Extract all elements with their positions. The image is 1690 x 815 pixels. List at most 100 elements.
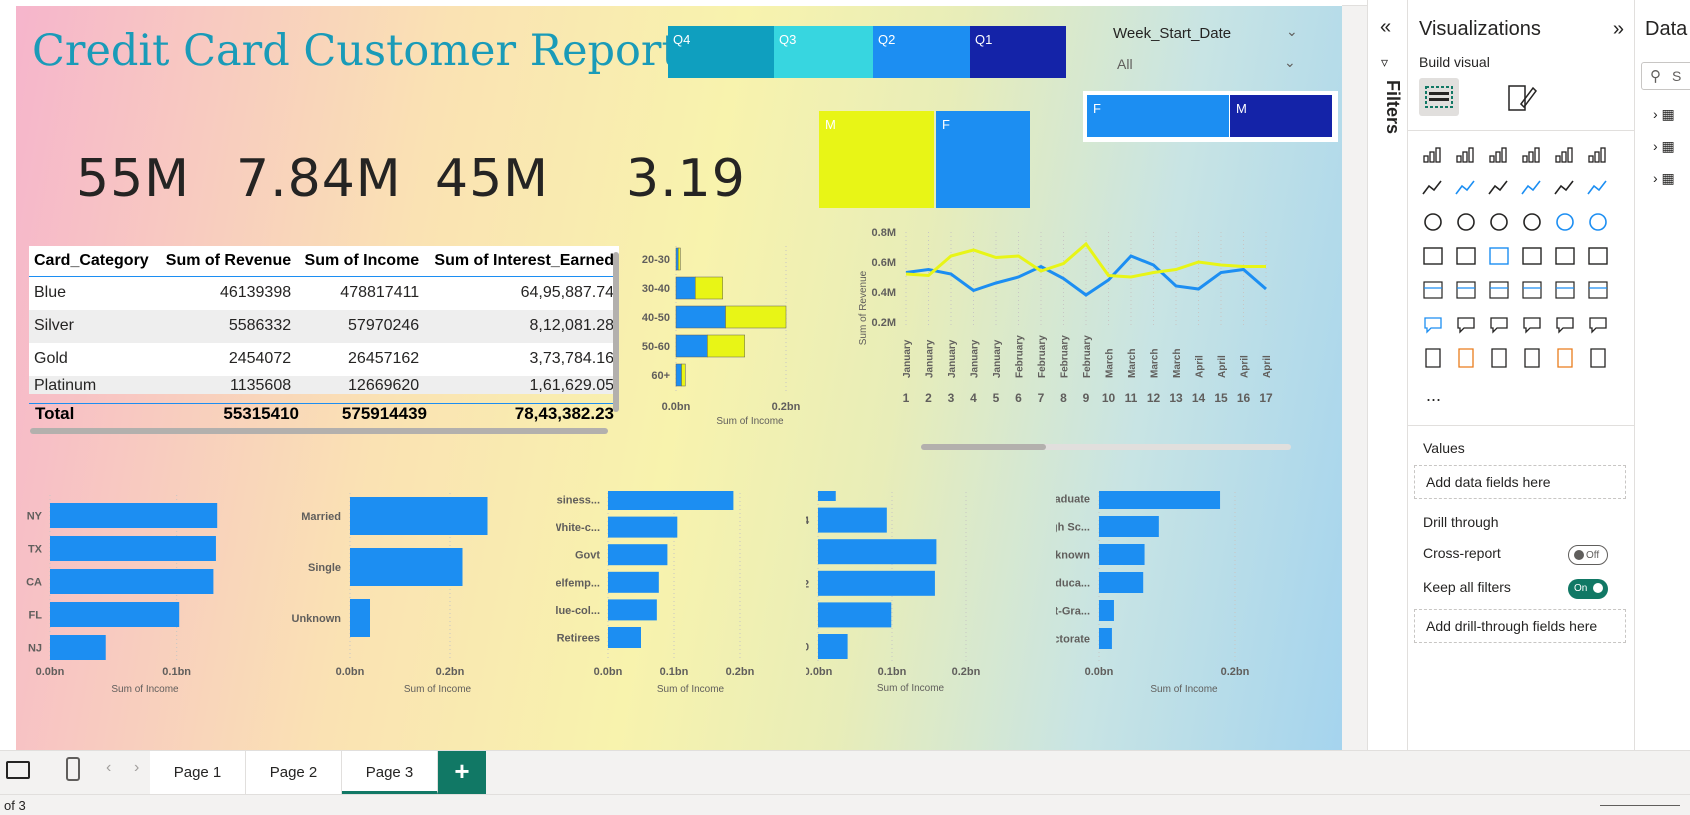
bar [818,491,836,501]
table-row[interactable]: Platinum 1135608 12669620 1,61,629.05 [29,375,619,394]
line-scrollbar-thumb[interactable] [921,444,1046,450]
visual-type-icon[interactable] [1551,208,1579,236]
visual-type-icon[interactable] [1485,310,1513,338]
col-header-income[interactable]: Sum of Income [296,246,425,277]
page-tab-3[interactable]: Page 3 [342,751,438,794]
col-header-card-category[interactable]: Card_Category [29,246,158,277]
table-cell: 1,61,629.05 [424,375,619,394]
table-row[interactable]: Gold 2454072 26457162 3,73,784.16 [29,342,619,376]
visual-type-icon[interactable] [1485,140,1513,168]
visual-type-icon[interactable] [1551,276,1579,304]
visual-type-icon[interactable] [1452,310,1480,338]
visual-type-icon[interactable] [1452,140,1480,168]
col-header-interest[interactable]: Sum of Interest_Earned [424,246,619,277]
visual-type-icon[interactable] [1584,276,1612,304]
visual-type-glyph [1491,348,1507,368]
visual-type-icon[interactable] [1584,242,1612,270]
slicer-q4[interactable]: Q4 [668,26,774,78]
table-cell: Platinum [29,375,158,394]
week-start-date-value[interactable]: All [1117,56,1133,72]
table-horizontal-scrollbar[interactable] [30,428,608,434]
visual-type-icon[interactable] [1419,344,1447,372]
category-label: 60+ [651,370,670,382]
values-drop-zone[interactable]: Add data fields here [1414,465,1626,499]
table-expand-item[interactable]: › ▦ [1653,170,1675,187]
next-page-icon[interactable]: › [134,759,139,777]
visual-type-icon[interactable] [1419,242,1447,270]
keep-all-filters-toggle[interactable]: On [1568,579,1608,599]
visual-type-icon[interactable] [1452,208,1480,236]
filters-label[interactable]: Filters [1382,80,1403,134]
icon-bar [1555,155,1561,163]
visual-type-icon[interactable] [1419,208,1447,236]
visual-type-icon[interactable] [1485,242,1513,270]
visual-type-icon[interactable] [1452,174,1480,202]
prev-page-icon[interactable]: ‹ [106,759,111,777]
expand-filters-icon[interactable]: « [1380,16,1391,39]
table-row[interactable]: Silver 5586332 57970246 8,12,081.28 [29,309,619,343]
visual-type-icon[interactable] [1419,140,1447,168]
visual-type-icon[interactable] [1551,242,1579,270]
filters-pane[interactable]: « ▿ Filters [1367,0,1407,750]
visual-type-icon[interactable] [1518,242,1546,270]
desktop-view-icon[interactable] [6,761,30,779]
visual-type-icon[interactable] [1551,140,1579,168]
visual-type-icon[interactable] [1584,208,1612,236]
collapse-pane-icon[interactable]: » [1613,18,1624,41]
x-tick-label: 0.2bn [726,666,755,678]
gender-treemap-f[interactable]: F [936,111,1030,208]
page-tab-1[interactable]: Page 1 [150,751,246,794]
visual-type-icon[interactable] [1518,140,1546,168]
slicer-q1[interactable]: Q1 [970,26,1066,78]
visual-type-icon[interactable] [1518,208,1546,236]
format-visual-tab[interactable] [1501,78,1541,116]
table-expand-item[interactable]: › ▦ [1653,138,1675,155]
visual-type-icon[interactable] [1485,276,1513,304]
mobile-view-icon[interactable] [66,757,80,781]
x-month-label: February [1060,335,1071,378]
visual-type-icon[interactable] [1485,208,1513,236]
more-visuals-icon[interactable]: ... [1426,385,1441,406]
x-week-label: 2 [925,391,932,405]
visual-type-icon[interactable] [1452,344,1480,372]
add-page-button[interactable]: + [438,751,486,794]
gender-slicer-m[interactable]: M [1230,95,1332,137]
visual-type-icon[interactable] [1584,174,1612,202]
x-week-label: 9 [1083,391,1090,405]
visual-type-icon[interactable] [1551,310,1579,338]
chevron-down-icon[interactable]: ⌄ [1286,23,1298,40]
slicer-q3[interactable]: Q3 [774,26,873,78]
visual-type-icon[interactable] [1518,174,1546,202]
page-tab-2[interactable]: Page 2 [246,751,342,794]
visual-type-icon[interactable] [1452,242,1480,270]
visual-type-icon[interactable] [1419,276,1447,304]
visual-type-icon[interactable] [1485,344,1513,372]
visual-type-icon[interactable] [1518,344,1546,372]
visual-type-icon[interactable] [1584,310,1612,338]
visual-type-icon[interactable] [1584,140,1612,168]
col-header-revenue[interactable]: Sum of Revenue [157,246,297,277]
x-month-label: March [1105,349,1116,378]
drill-through-drop-zone[interactable]: Add drill-through fields here [1414,609,1626,643]
visual-type-icon[interactable] [1419,174,1447,202]
table-row[interactable]: Blue 46139398 478817411 64,95,887.74 [29,276,619,310]
gender-slicer-f[interactable]: F [1087,95,1229,137]
slicer-q2[interactable]: Q2 [873,26,970,78]
visual-type-icon[interactable] [1584,344,1612,372]
visual-type-icon[interactable] [1518,310,1546,338]
visual-type-icon[interactable] [1485,174,1513,202]
cross-report-toggle[interactable]: Off [1568,545,1608,565]
chevron-down-icon[interactable]: ⌄ [1284,54,1296,71]
gender-treemap-m[interactable]: M [819,111,934,208]
toggle-knob [1593,583,1603,593]
zoom-slider[interactable] [1600,805,1680,806]
visual-type-icon[interactable] [1518,276,1546,304]
data-search-input[interactable]: ⚲ S [1641,62,1690,90]
visual-type-icon[interactable] [1551,174,1579,202]
visual-type-icon[interactable] [1551,344,1579,372]
visual-type-icon[interactable] [1452,276,1480,304]
build-visual-tab[interactable] [1419,78,1459,116]
table-expand-item[interactable]: › ▦ [1653,106,1675,123]
visual-type-icon[interactable] [1419,310,1447,338]
table-vertical-scrollbar[interactable] [613,252,619,412]
